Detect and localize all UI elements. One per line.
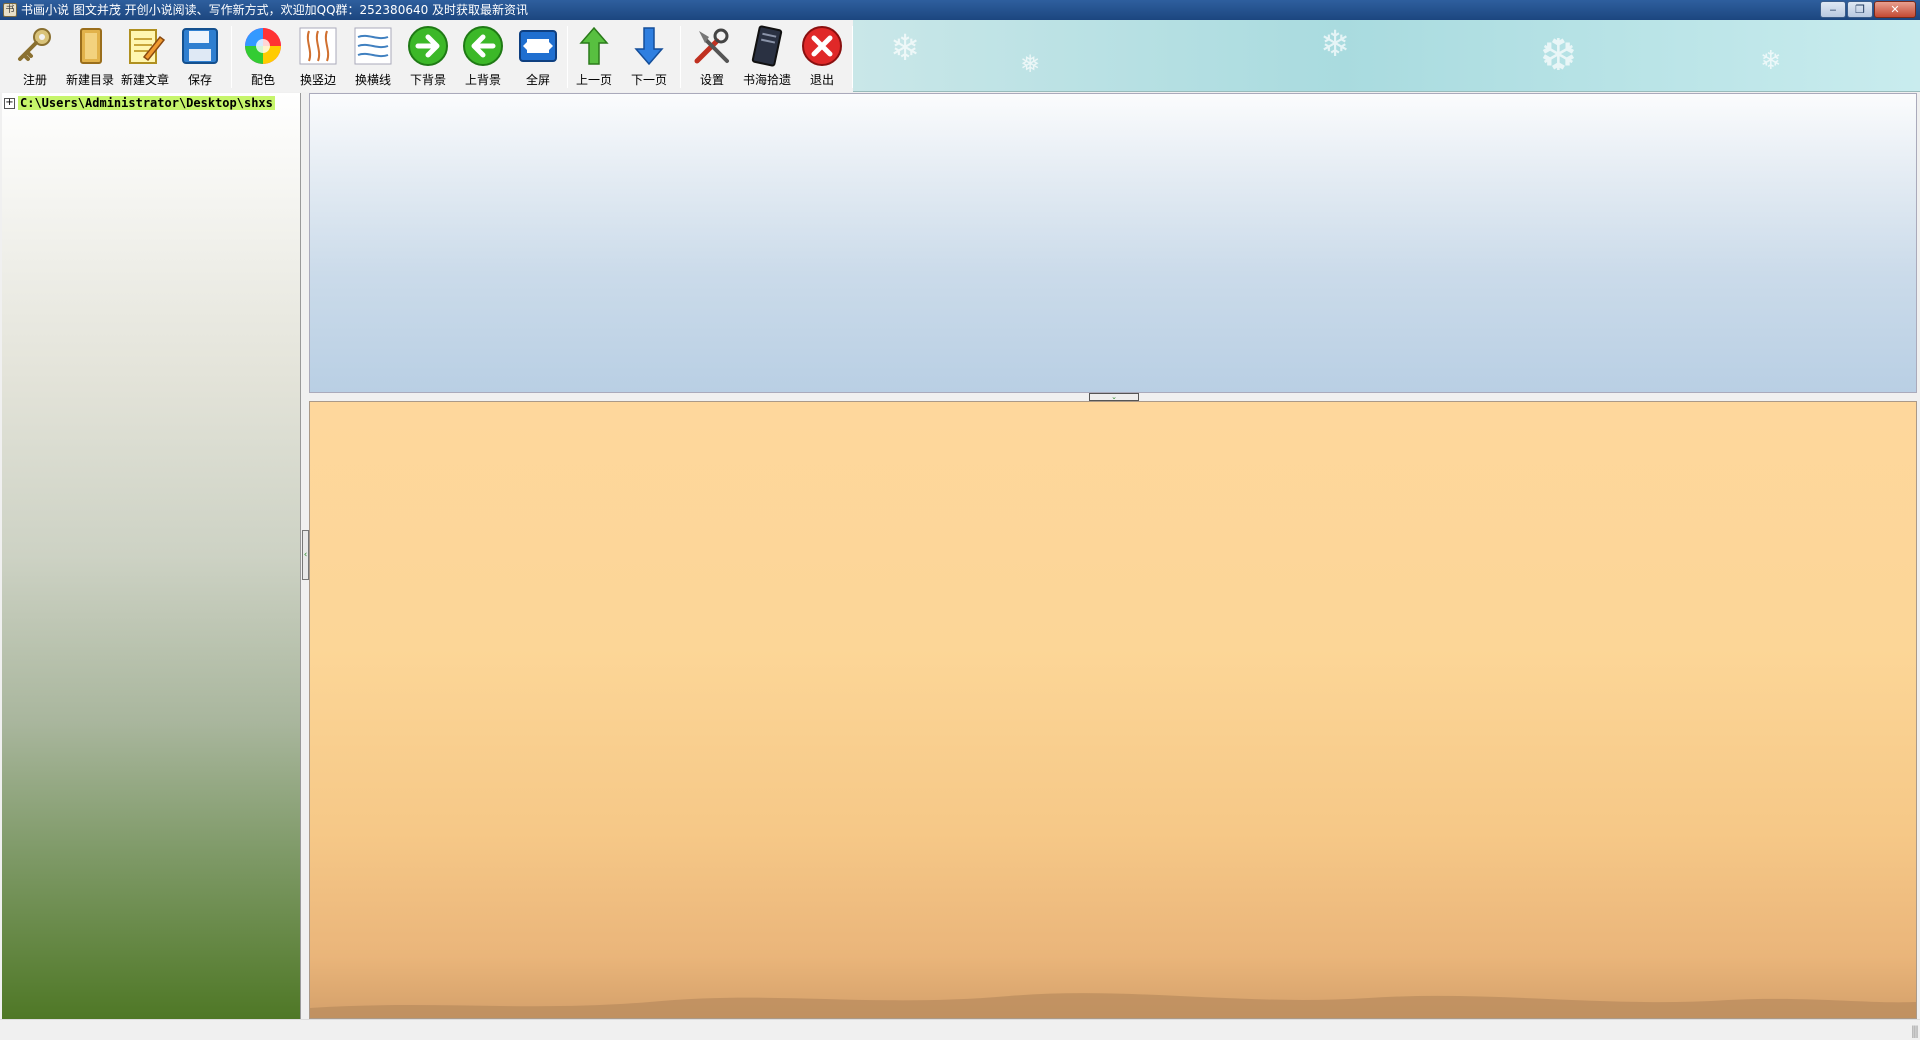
- tree-root-node[interactable]: + C:\Users\Administrator\Desktop\shxs: [2, 95, 301, 111]
- text-editor-panel[interactable]: [309, 401, 1917, 1019]
- toolbar-separator: [852, 26, 853, 88]
- vertical-splitter[interactable]: ‹: [302, 93, 309, 1019]
- directory-tree-panel[interactable]: + C:\Users\Administrator\Desktop\shxs: [2, 93, 301, 1019]
- status-bar: |||: [0, 1019, 1920, 1040]
- previous-background-button[interactable]: 上背景: [455, 24, 511, 92]
- window-controls: ‒ ❐ ✕: [1820, 1, 1916, 18]
- app-icon: 书: [3, 3, 17, 17]
- floppy-save-icon: [178, 24, 222, 68]
- toolbar: ❄ ❅ ❄ ❆ ❄ 注册 新建目录 新建文章 保存 配色 换竖边 换横线 下背景…: [0, 20, 1920, 92]
- tree-expand-icon[interactable]: +: [4, 97, 15, 109]
- horizontal-lines-icon: [351, 24, 395, 68]
- window-title: 书画小说 图文并茂 开创小说阅读、写作新方式，欢迎加QQ群：252380640 …: [21, 3, 529, 17]
- minimize-button[interactable]: ‒: [1820, 1, 1846, 18]
- save-button[interactable]: 保存: [172, 24, 228, 92]
- new-article-button[interactable]: 新建文章: [117, 24, 173, 92]
- folder-icon: [68, 24, 112, 68]
- collapse-top-panel-handle[interactable]: ⌄: [1089, 393, 1139, 401]
- color-wheel-icon: [241, 24, 285, 68]
- fullscreen-icon: [516, 24, 560, 68]
- new-folder-button[interactable]: 新建目录: [62, 24, 118, 92]
- maximize-button[interactable]: ❐: [1847, 1, 1873, 18]
- arrow-down-icon: [627, 24, 671, 68]
- close-button[interactable]: ✕: [1874, 1, 1916, 18]
- fullscreen-button[interactable]: 全屏: [510, 24, 566, 92]
- book-icon: [745, 24, 789, 68]
- title-bar: 书 书画小说 图文并茂 开创小说阅读、写作新方式，欢迎加QQ群：25238064…: [0, 0, 1920, 20]
- arrow-right-circle-icon: [406, 24, 450, 68]
- snowflake-decoration-icon: ❆: [1540, 30, 1577, 81]
- snowflake-decoration-icon: ❄: [1320, 24, 1351, 65]
- vertical-lines-icon: [296, 24, 340, 68]
- toolbar-separator: [680, 26, 681, 88]
- previous-page-button[interactable]: 上一页: [566, 24, 622, 92]
- color-scheme-button[interactable]: 配色: [235, 24, 291, 92]
- snowflake-decoration-icon: ❄: [1760, 46, 1782, 76]
- snowflake-decoration-icon: ❄: [890, 28, 921, 69]
- collapse-left-panel-handle[interactable]: ‹: [302, 530, 309, 580]
- book-sea-button[interactable]: 书海拾遗: [739, 24, 795, 92]
- arrow-up-icon: [572, 24, 616, 68]
- tools-icon: [690, 24, 734, 68]
- next-page-button[interactable]: 下一页: [621, 24, 677, 92]
- change-horizontal-line-button[interactable]: 换横线: [345, 24, 401, 92]
- next-background-button[interactable]: 下背景: [400, 24, 456, 92]
- desert-dunes-decoration: [310, 993, 1916, 1018]
- register-button[interactable]: 注册: [7, 24, 63, 92]
- snowflake-decoration-icon: ❅: [1020, 50, 1041, 78]
- change-vertical-border-button[interactable]: 换竖边: [290, 24, 346, 92]
- exit-button[interactable]: 退出: [794, 24, 850, 92]
- key-icon: [13, 24, 57, 68]
- arrow-left-circle-icon: [461, 24, 505, 68]
- image-display-panel[interactable]: [309, 93, 1917, 393]
- tree-root-label[interactable]: C:\Users\Administrator\Desktop\shxs: [18, 96, 275, 110]
- exit-x-icon: [800, 24, 844, 68]
- settings-button[interactable]: 设置: [684, 24, 740, 92]
- toolbar-separator: [231, 26, 232, 88]
- resize-grip-icon[interactable]: |||: [1911, 1024, 1919, 1038]
- notepad-pencil-icon: [123, 24, 167, 68]
- horizontal-splitter[interactable]: ⌄: [309, 393, 1917, 401]
